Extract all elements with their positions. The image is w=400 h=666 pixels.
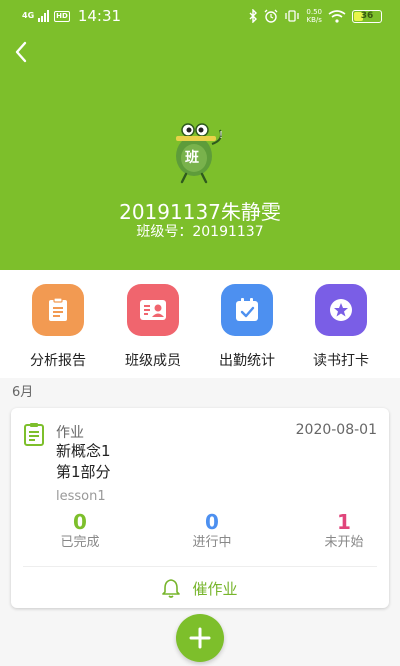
battery-level: 36 <box>360 10 374 21</box>
class-mascot: ! 班 <box>164 116 236 188</box>
status-time: 14:31 <box>77 7 122 25</box>
status-right: 0.50 KB/s 36 <box>249 8 382 24</box>
stat-not-started[interactable]: 1 未开始 <box>299 510 389 552</box>
feature-attendance-stats[interactable]: 出勤统计 <box>197 284 297 370</box>
mascot-badge: 班 <box>185 149 199 166</box>
network-type-label: 4G <box>22 11 35 20</box>
stat-count: 1 <box>337 510 351 534</box>
feature-label: 读书打卡 <box>313 353 369 369</box>
net-speed-value: 0.50 <box>306 8 322 16</box>
net-speed: 0.50 KB/s <box>306 8 322 24</box>
stat-in-progress[interactable]: 0 进行中 <box>167 510 257 552</box>
stat-label: 已完成 <box>60 535 100 550</box>
month-label: 6月 <box>12 385 34 400</box>
stat-count: 0 <box>73 510 87 534</box>
urge-homework-button[interactable]: 催作业 <box>11 574 389 602</box>
svg-text:!: ! <box>219 130 223 141</box>
class-header: 4G HD 14:31 0.50 KB/s 36 ! 班 20191137朱静雯… <box>0 0 400 270</box>
homework-title-line: 第1部分 <box>56 463 111 481</box>
bluetooth-icon <box>249 9 258 23</box>
feature-analysis-report[interactable]: 分析报告 <box>8 284 108 370</box>
star-badge-icon <box>315 284 367 336</box>
net-speed-unit: KB/s <box>306 16 322 24</box>
alarm-icon <box>264 9 278 23</box>
feature-label: 班级成员 <box>125 353 181 369</box>
homework-lesson: lesson1 <box>56 489 106 504</box>
wifi-icon <box>328 9 346 23</box>
battery-indicator: 36 <box>352 9 382 23</box>
chevron-left-icon <box>15 41 27 63</box>
frog-mascot-icon: ! 班 <box>176 123 223 184</box>
feature-label: 出勤统计 <box>219 353 275 369</box>
signal-icon <box>38 10 50 22</box>
stat-completed[interactable]: 0 已完成 <box>35 510 125 552</box>
urge-homework-label: 催作业 <box>192 579 238 598</box>
feature-grid: 分析报告 班级成员 出勤统计 读书打卡 <box>0 270 400 378</box>
bell-icon <box>162 579 181 598</box>
feature-reading-checkin[interactable]: 读书打卡 <box>291 284 391 370</box>
hd-badge: HD <box>54 10 70 22</box>
back-button[interactable] <box>8 36 34 68</box>
stat-count: 0 <box>205 510 219 534</box>
status-left: 4G HD 14:31 <box>22 7 121 25</box>
homework-title-line: 新概念1 <box>56 442 111 460</box>
homework-title: 新概念1 第1部分 <box>56 441 256 483</box>
add-homework-button[interactable] <box>176 614 224 662</box>
vibrate-icon <box>285 10 300 22</box>
document-icon <box>32 284 84 336</box>
stat-label: 未开始 <box>324 535 364 550</box>
clipboard-icon <box>24 423 44 446</box>
plus-icon <box>189 627 211 649</box>
stat-label: 进行中 <box>192 535 232 550</box>
card-divider <box>23 566 377 567</box>
feature-label: 分析报告 <box>30 353 86 369</box>
member-card-icon <box>127 284 179 336</box>
feature-class-members[interactable]: 班级成员 <box>103 284 203 370</box>
status-bar: 4G HD 14:31 0.50 KB/s 36 <box>0 0 400 34</box>
calendar-check-icon <box>221 284 273 336</box>
homework-card[interactable]: 作业 2020-08-01 新概念1 第1部分 lesson1 0 已完成 0 … <box>11 408 389 608</box>
homework-date: 2020-08-01 <box>295 422 377 438</box>
homework-type: 作业 <box>56 425 84 441</box>
class-number: 班级号：20191137 <box>136 224 264 240</box>
